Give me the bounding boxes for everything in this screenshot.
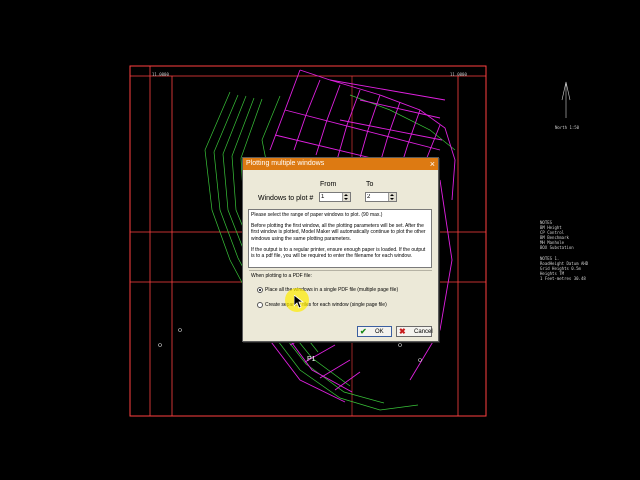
cad-label-top-left: 11.0000 [152,72,169,77]
ok-button-label: OK [375,329,384,335]
to-spinner[interactable] [365,192,397,202]
cancel-button[interactable]: ✖ Cancel [396,326,433,337]
ok-button[interactable]: ✔ OK [357,326,392,337]
legend-block-2: NOTES 1. RoadHeight Datum AHD Grid Heigh… [540,256,589,281]
plot-multiple-windows-dialog: Plotting multiple windows × From To Wind… [242,157,439,342]
spin-down-icon[interactable] [390,198,394,200]
to-input[interactable] [367,193,389,201]
parcel-label: P1 [307,356,316,363]
from-input[interactable] [321,193,343,201]
info-paragraph: If the output is to a regular printer, e… [251,246,426,260]
close-icon[interactable]: × [430,158,435,170]
spin-down-icon[interactable] [344,198,348,200]
spin-up-icon[interactable] [344,194,348,196]
checkmark-icon: ✔ [360,327,367,336]
info-text-box[interactable]: Please select the range of paper windows… [248,209,432,268]
from-spinner[interactable] [319,192,351,202]
to-spinner-arrows[interactable] [388,193,396,201]
radio-separate-pdf[interactable] [257,302,263,308]
from-spinner-arrows[interactable] [342,193,350,201]
legend-block-1: NOTES BM Height CP Control BM Benchmark … [540,220,574,250]
option-separate-pdf-label[interactable]: Create separate files for each window (s… [265,302,387,308]
info-paragraph: Please select the range of paper windows… [251,212,383,218]
spin-up-icon[interactable] [390,194,394,196]
info-paragraph: Before plotting the first window, all th… [251,223,426,242]
windows-to-plot-label: Windows to plot # [258,195,314,202]
radio-single-pdf[interactable] [257,287,263,293]
mouse-pointer-icon [294,295,304,309]
x-mark-icon: ✖ [399,327,406,336]
cad-label-top-right: 11.0000 [450,72,467,77]
pdf-options-group: When plotting to a PDF file: Place all t… [249,270,432,315]
dialog-title: Plotting multiple windows [246,160,325,167]
cancel-button-label: Cancel [414,329,433,335]
option-single-pdf-label[interactable]: Place all the windows in a single PDF fi… [265,287,398,293]
to-label: To [366,181,374,188]
from-label: From [320,181,337,188]
north-arrow-label: North 1:50 [555,125,580,130]
pdf-group-label: When plotting to a PDF file: [251,273,312,279]
dialog-title-bar[interactable]: Plotting multiple windows × [243,158,438,170]
